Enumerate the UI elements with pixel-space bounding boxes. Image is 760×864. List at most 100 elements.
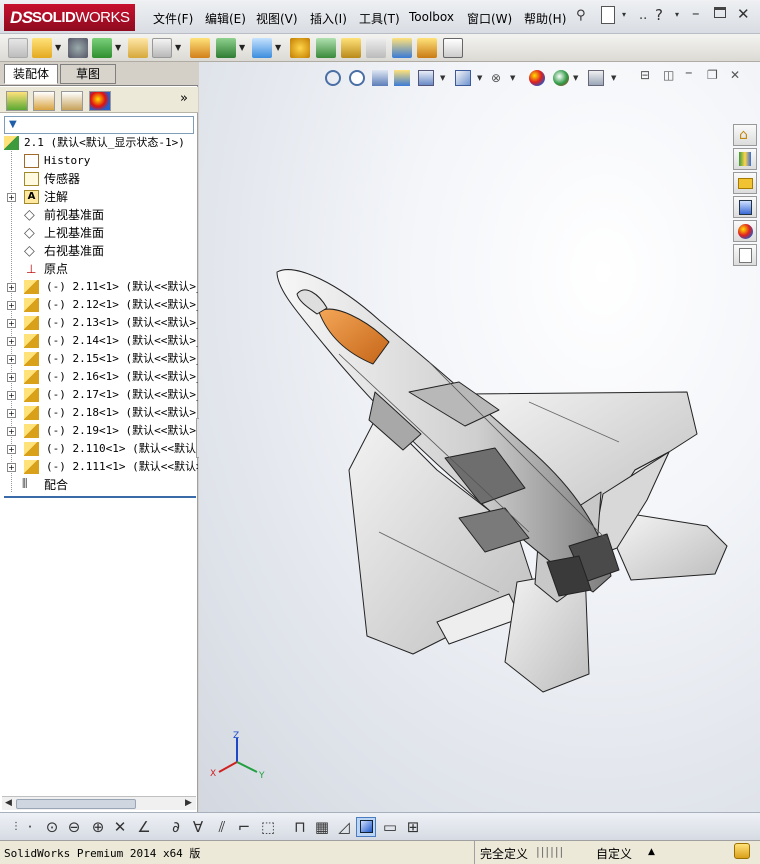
mate-icon[interactable] <box>68 38 88 58</box>
ellipsis-icon[interactable]: .. <box>639 8 647 23</box>
chevron-down-icon[interactable]: ▾ <box>675 10 679 19</box>
tab-assembly[interactable]: 装配体 <box>4 64 58 84</box>
menu-insert[interactable]: 插入(I) <box>310 10 347 27</box>
line-icon[interactable]: ∠ <box>134 817 154 837</box>
panel-horizontal-scrollbar[interactable]: ◀ ▶ <box>2 796 196 810</box>
pin-icon[interactable]: ⚲ <box>576 8 586 23</box>
tree-node-front-plane[interactable]: ◇ 前视基准面 <box>0 206 198 224</box>
expand-plus-icon[interactable]: + <box>7 337 16 346</box>
trim-icon[interactable]: ✕ <box>110 817 130 837</box>
configuration-manager-icon[interactable] <box>61 91 83 111</box>
close-icon[interactable]: ✕ <box>737 5 750 23</box>
new-document-icon[interactable] <box>601 6 615 24</box>
horizontal-split-icon[interactable]: ▭ <box>380 817 400 837</box>
assembly-new-icon[interactable] <box>8 38 28 58</box>
move-component-icon[interactable] <box>152 38 172 58</box>
restore-icon[interactable] <box>714 7 726 18</box>
scroll-thumb[interactable] <box>16 799 136 809</box>
chevron-down-icon[interactable]: ▼ <box>115 43 121 52</box>
expand-plus-icon[interactable]: + <box>7 409 16 418</box>
tree-root[interactable]: 2.1 (默认<默认_显示状态-1>) <box>0 134 198 152</box>
exploded-view-icon[interactable] <box>341 38 361 58</box>
arc-icon[interactable]: ⊖ <box>64 817 84 837</box>
expand-plus-icon[interactable]: + <box>7 193 16 202</box>
expand-plus-icon[interactable]: + <box>7 373 16 382</box>
scroll-left-icon[interactable]: ◀ <box>5 798 12 808</box>
property-manager-icon[interactable] <box>33 91 55 111</box>
reference-geometry-icon[interactable] <box>252 38 272 58</box>
expand-plus-icon[interactable]: + <box>7 391 16 400</box>
show-hidden-icon[interactable] <box>190 38 210 58</box>
dashed-rectangle-icon[interactable]: ⬚ <box>258 817 278 837</box>
circle-icon[interactable]: ⊙ <box>42 817 62 837</box>
tree-part-item[interactable]: + (-) 2.17<1> (默认<<默认>_显 <box>0 386 198 404</box>
help-icon[interactable]: ? <box>655 6 663 24</box>
tree-part-item[interactable]: + (-) 2.16<1> (默认<<默认>_显 <box>0 368 198 386</box>
menu-toolbox[interactable]: Toolbox <box>409 10 454 24</box>
expand-arrows-icon[interactable]: » <box>180 91 188 106</box>
tree-part-item[interactable]: + (-) 2.13<1> (默认<<默认>_显 <box>0 314 198 332</box>
insert-component-icon[interactable] <box>32 38 52 58</box>
units-dropdown-arrow-icon[interactable]: ▲ <box>648 847 655 857</box>
tree-part-item[interactable]: + (-) 2.14<1> (默认<<默认>_显 <box>0 332 198 350</box>
bill-of-materials-icon[interactable] <box>316 38 336 58</box>
menu-file[interactable]: 文件(F) <box>153 10 193 27</box>
3d-sketch-icon[interactable] <box>356 817 376 837</box>
sketch-plane-icon[interactable]: ◿ <box>334 817 354 837</box>
menu-window[interactable]: 窗口(W) <box>467 10 512 27</box>
tab-sketch[interactable]: 草图 <box>60 64 116 84</box>
spline-icon[interactable]: ∂ <box>166 817 186 837</box>
pattern-icon[interactable] <box>92 38 112 58</box>
expand-plus-icon[interactable]: + <box>7 427 16 436</box>
smart-dimension-icon[interactable]: ⊓ <box>290 817 310 837</box>
menu-help[interactable]: 帮助(H) <box>524 10 566 27</box>
tree-node-annotations[interactable]: + A 注解 <box>0 188 198 206</box>
polygon-icon[interactable]: ⊕ <box>88 817 108 837</box>
chevron-down-icon[interactable]: ▼ <box>175 43 181 52</box>
point-icon[interactable]: · <box>20 817 40 837</box>
expand-plus-icon[interactable]: + <box>7 445 16 454</box>
grid-icon[interactable]: ▦ <box>312 817 332 837</box>
graphics-area[interactable]: ▼ ▼ ⊗ ▼ ▼ ▼ ⊟ ◫ – ❐ ✕ Z X Y <box>199 62 760 812</box>
design-library-icon[interactable] <box>733 148 757 170</box>
chevron-down-icon[interactable]: ▾ <box>622 10 626 19</box>
tree-part-item[interactable]: + (-) 2.11<1> (默认<<默认>_显 <box>0 278 198 296</box>
expand-plus-icon[interactable]: + <box>7 283 16 292</box>
file-explorer-icon[interactable] <box>733 172 757 194</box>
tree-filter-input[interactable]: ▼ <box>4 116 194 134</box>
aircraft-model[interactable] <box>199 62 760 812</box>
corner-rectangle-icon[interactable]: ⌐ <box>234 817 254 837</box>
tree-part-item[interactable]: + (-) 2.111<1> (默认<<默认> <box>0 458 198 476</box>
expand-plus-icon[interactable]: + <box>7 463 16 472</box>
mirror-icon[interactable]: ⫽ <box>212 817 232 837</box>
expand-plus-icon[interactable]: + <box>7 301 16 310</box>
tree-part-item[interactable]: + (-) 2.110<1> (默认<<默认> <box>0 440 198 458</box>
expand-plus-icon[interactable]: + <box>7 319 16 328</box>
tree-node-mates[interactable]: ⫴ 配合 <box>0 476 198 494</box>
scroll-right-icon[interactable]: ▶ <box>185 798 192 808</box>
interference-detection-icon[interactable] <box>392 38 412 58</box>
new-motion-study-icon[interactable] <box>290 38 310 58</box>
custom-properties-icon[interactable] <box>733 244 757 266</box>
chevron-down-icon[interactable]: ▼ <box>55 43 61 52</box>
smart-fastener-icon[interactable] <box>128 38 148 58</box>
tree-part-item[interactable]: + (-) 2.15<1> (默认<<默认>_显 <box>0 350 198 368</box>
tree-node-history[interactable]: History <box>0 152 198 170</box>
instant-3d-icon[interactable] <box>443 38 463 58</box>
quad-view-icon[interactable]: ⊞ <box>403 817 423 837</box>
tree-node-origin[interactable]: ⊥ 原点 <box>0 260 198 278</box>
menu-tools[interactable]: 工具(T) <box>359 10 400 27</box>
appearances-icon[interactable] <box>733 220 757 242</box>
view-palette-icon[interactable] <box>733 196 757 218</box>
clearance-verification-icon[interactable] <box>417 38 437 58</box>
chevron-down-icon[interactable]: ▼ <box>275 43 281 52</box>
minimize-icon[interactable]: – <box>692 4 700 22</box>
chevron-down-icon[interactable]: ▼ <box>239 43 245 52</box>
rebuild-tag-icon[interactable] <box>734 843 750 859</box>
tree-part-item[interactable]: + (-) 2.12<1> (默认<<默认>_显 <box>0 296 198 314</box>
explode-line-sketch-icon[interactable] <box>366 38 386 58</box>
solidworks-logo[interactable]: DS SOLIDWORKS <box>4 4 135 31</box>
tree-part-item[interactable]: + (-) 2.18<1> (默认<<默认>_显 <box>0 404 198 422</box>
status-units[interactable]: 自定义 <box>596 845 632 862</box>
feature-manager-icon[interactable] <box>6 91 28 111</box>
